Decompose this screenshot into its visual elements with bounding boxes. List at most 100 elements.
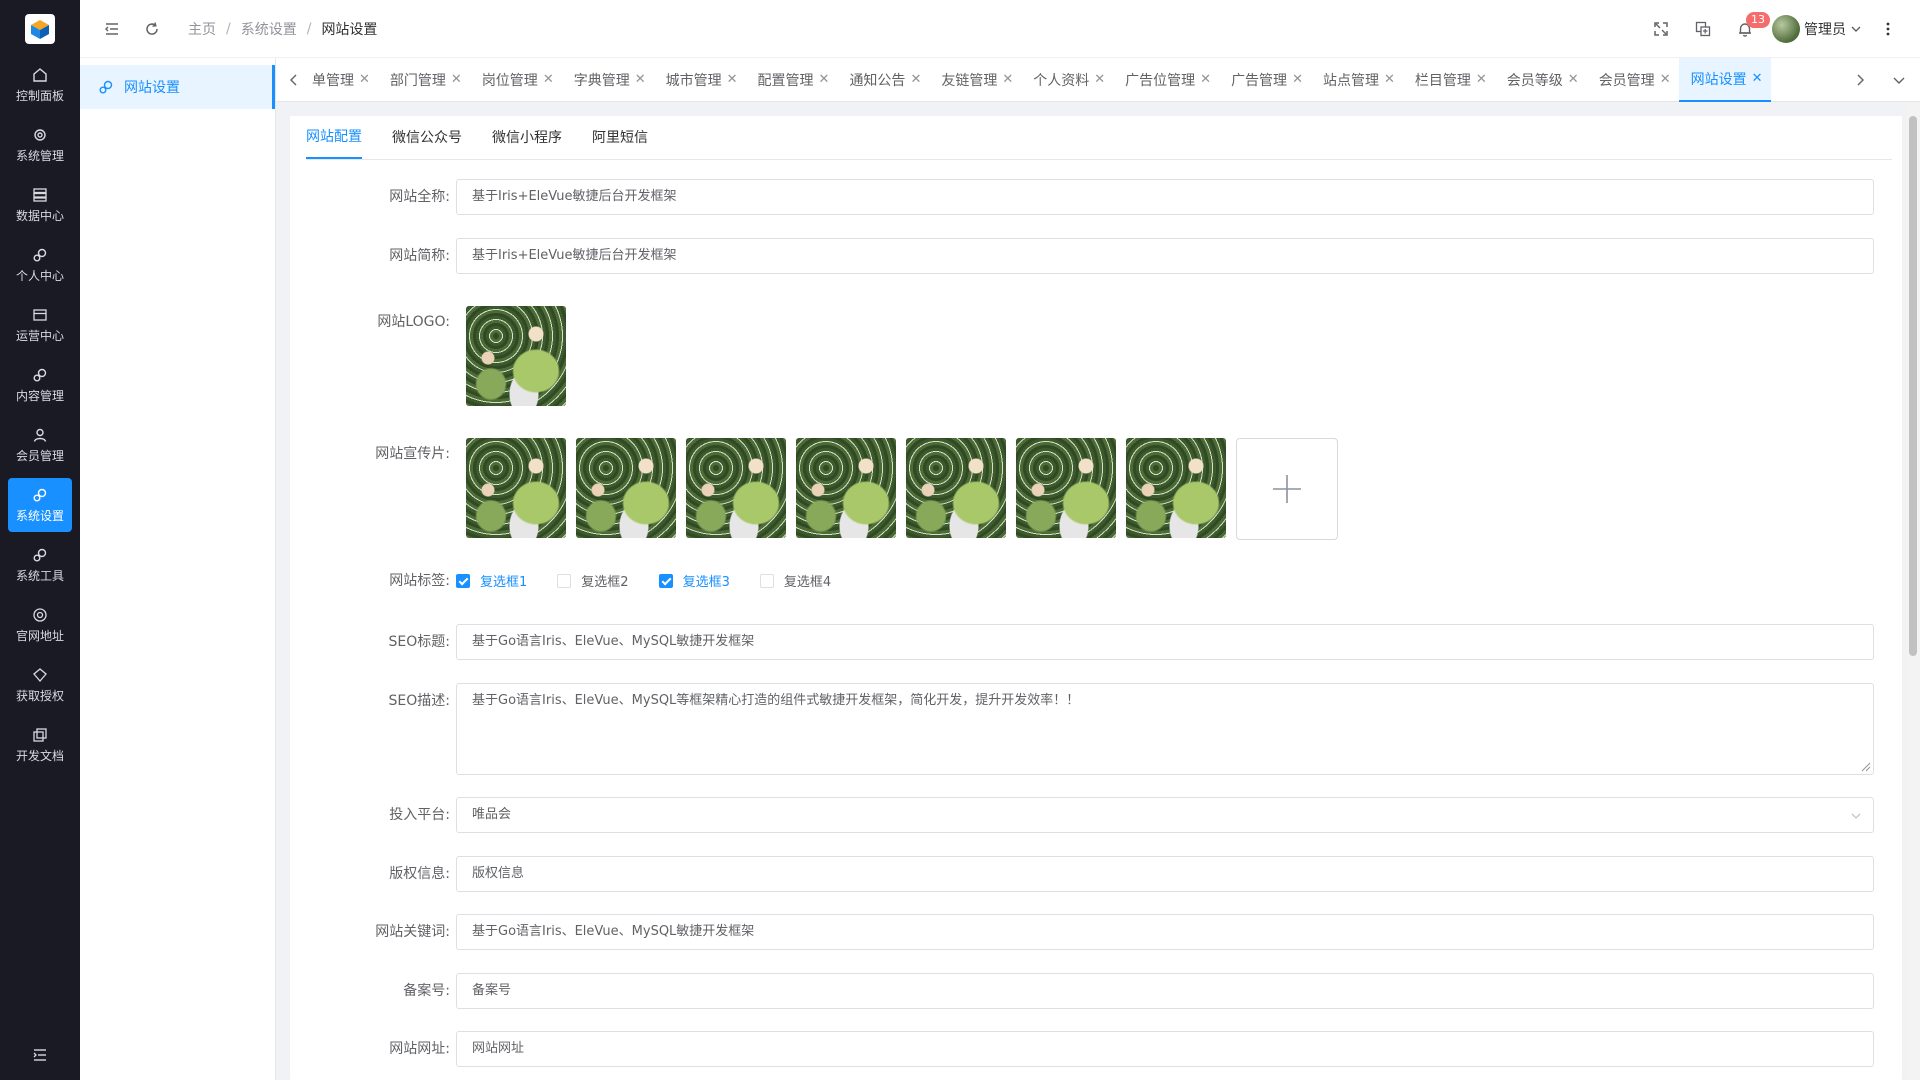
tab-website-settings[interactable]: 网站设置 ✕ [1678, 57, 1771, 102]
app-logo[interactable] [0, 0, 80, 58]
promo-image[interactable] [1126, 438, 1226, 538]
promo-image[interactable] [796, 438, 896, 538]
rail-item-system-tools[interactable]: 系统工具 [8, 538, 72, 592]
sidebar-item-website-settings[interactable]: 网站设置 [80, 65, 275, 109]
close-icon[interactable]: ✕ [451, 72, 462, 87]
checkbox-box[interactable] [456, 573, 470, 588]
tab-menu-management[interactable]: 单管理 ✕ [312, 58, 378, 102]
close-icon[interactable]: ✕ [819, 72, 830, 87]
checkbox-box[interactable] [658, 573, 673, 588]
close-icon[interactable]: ✕ [1476, 72, 1487, 87]
seo-title-input[interactable]: 基于Go语言Iris、EleVue、MySQL敏捷开发框架 [456, 624, 1874, 660]
promo-image[interactable] [686, 438, 786, 538]
tag-checkbox-2[interactable]: 复选框2 [557, 571, 629, 590]
rail-item-content-management[interactable]: 内容管理 [8, 358, 72, 412]
subtab-site-config[interactable]: 网站配置 [306, 115, 362, 159]
tab-profile[interactable]: 个人资料 ✕ [1021, 58, 1113, 102]
rail-item-dashboard[interactable]: 控制面板 [8, 58, 72, 112]
tab-label: 岗位管理 [481, 72, 538, 89]
tab-ad-slot-management[interactable]: 广告位管理 ✕ [1113, 58, 1219, 102]
promo-image[interactable] [576, 438, 676, 538]
user-menu[interactable]: 管理员 [1772, 15, 1862, 43]
keywords-input[interactable]: 基于Go语言Iris、EleVue、MySQL敏捷开发框架 [456, 914, 1874, 950]
tabs-dropdown-button[interactable] [1878, 58, 1920, 102]
close-icon[interactable]: ✕ [1200, 72, 1211, 87]
gears-icon [33, 548, 47, 561]
breadcrumb-home[interactable]: 主页 [188, 19, 216, 39]
tabs-scroll-right-button[interactable] [1842, 58, 1878, 102]
more-button[interactable] [1870, 0, 1906, 58]
checkbox-box[interactable] [759, 573, 774, 588]
seo-desc-textarea[interactable]: 基于Go语言Iris、EleVue、MySQL等框架精心打造的组件式敏捷开发框架… [456, 683, 1874, 775]
tab-member-level[interactable]: 会员等级 ✕ [1495, 58, 1587, 102]
close-icon[interactable]: ✕ [1002, 72, 1013, 87]
tab-ad-management[interactable]: 广告管理 ✕ [1219, 58, 1311, 102]
resize-handle-icon[interactable] [1859, 760, 1871, 772]
breadcrumb-system-settings[interactable]: 系统设置 [241, 19, 297, 39]
tab-member-management[interactable]: 会员管理 ✕ [1587, 58, 1679, 102]
refresh-button[interactable] [132, 0, 172, 58]
rail-item-operations-center[interactable]: 运营中心 [8, 298, 72, 352]
close-icon[interactable]: ✕ [1094, 72, 1105, 87]
logo-image[interactable] [466, 306, 566, 406]
tab-city-management[interactable]: 城市管理 ✕ [654, 58, 746, 102]
checkbox-box[interactable] [557, 573, 572, 588]
close-icon[interactable]: ✕ [910, 72, 921, 87]
promo-image[interactable] [906, 438, 1006, 538]
scrollbar-thumb[interactable] [1909, 116, 1917, 656]
rail-item-system-management[interactable]: 系统管理 [8, 118, 72, 172]
close-icon[interactable]: ✕ [1752, 71, 1763, 86]
tab-column-management[interactable]: 栏目管理 ✕ [1403, 58, 1495, 102]
logo-icon [25, 14, 55, 44]
tab-dictionary-management[interactable]: 字典管理 ✕ [562, 58, 654, 102]
promo-image[interactable] [466, 438, 566, 538]
site-name-input[interactable]: 基于Iris+EleVue敏捷后台开发框架 [456, 179, 1874, 215]
collapse-menu-button[interactable] [0, 1040, 80, 1070]
tag-checkbox-1[interactable]: 复选框1 [456, 571, 527, 590]
notification-button[interactable]: 13 [1724, 0, 1770, 58]
toggle-sidebar-button[interactable] [92, 0, 132, 58]
close-icon[interactable]: ✕ [1568, 72, 1579, 87]
rail-item-get-license[interactable]: 获取授权 [8, 658, 72, 712]
icp-input[interactable]: 备案号 [456, 973, 1874, 1009]
rail-item-data-center[interactable]: 数据中心 [8, 178, 72, 232]
checkbox-label: 复选框1 [480, 575, 528, 590]
tabs-scroll-left-button[interactable] [276, 58, 312, 102]
fullscreen-button[interactable] [1640, 0, 1682, 58]
tab-config-management[interactable]: 配置管理 ✕ [746, 58, 838, 102]
tab-site-management[interactable]: 站点管理 ✕ [1311, 58, 1403, 102]
settings-card: 网站配置 微信公众号 微信小程序 阿里短信 网站全称: 基于Iris+EleVu… [290, 116, 1902, 1080]
rail-item-personal-center[interactable]: 个人中心 [8, 238, 72, 292]
close-icon[interactable]: ✕ [727, 72, 738, 87]
subtab-aliyun-sms[interactable]: 阿里短信 [592, 115, 648, 159]
close-icon[interactable]: ✕ [1292, 72, 1303, 87]
tab-label: 城市管理 [665, 72, 722, 89]
tag-checkbox-3[interactable]: 复选框3 [658, 571, 730, 590]
tag-checkbox-4[interactable]: 复选框4 [759, 571, 831, 590]
close-icon[interactable]: ✕ [359, 72, 370, 87]
page-scrollbar[interactable] [1906, 102, 1920, 1080]
rail-item-label: 内容管理 [15, 388, 64, 403]
close-icon[interactable]: ✕ [1660, 72, 1671, 87]
card-icon [33, 308, 47, 321]
platform-select[interactable]: 唯品会 [456, 797, 1874, 833]
promo-image[interactable] [1016, 438, 1116, 538]
subtab-wechat-official[interactable]: 微信公众号 [392, 115, 462, 159]
close-icon[interactable]: ✕ [1384, 72, 1395, 87]
close-icon[interactable]: ✕ [543, 72, 554, 87]
upload-image-button[interactable] [1236, 438, 1338, 540]
tab-notices[interactable]: 通知公告 ✕ [837, 58, 929, 102]
tab-position-management[interactable]: 岗位管理 ✕ [470, 58, 562, 102]
rail-item-official-site[interactable]: 官网地址 [8, 598, 72, 652]
subtab-wechat-miniprogram[interactable]: 微信小程序 [492, 115, 562, 159]
url-input[interactable]: 网站网址 [456, 1031, 1874, 1067]
copyright-input[interactable]: 版权信息 [456, 856, 1874, 892]
language-button[interactable] [1682, 0, 1724, 58]
rail-item-dev-docs[interactable]: 开发文档 [8, 718, 72, 772]
rail-item-member-management[interactable]: 会员管理 [8, 418, 72, 472]
site-short-name-input[interactable]: 基于Iris+EleVue敏捷后台开发框架 [456, 238, 1874, 274]
tab-department-management[interactable]: 部门管理 ✕ [378, 58, 470, 102]
tab-friend-links[interactable]: 友链管理 ✕ [929, 58, 1021, 102]
rail-item-system-settings[interactable]: 系统设置 [8, 478, 72, 532]
close-icon[interactable]: ✕ [635, 72, 646, 87]
